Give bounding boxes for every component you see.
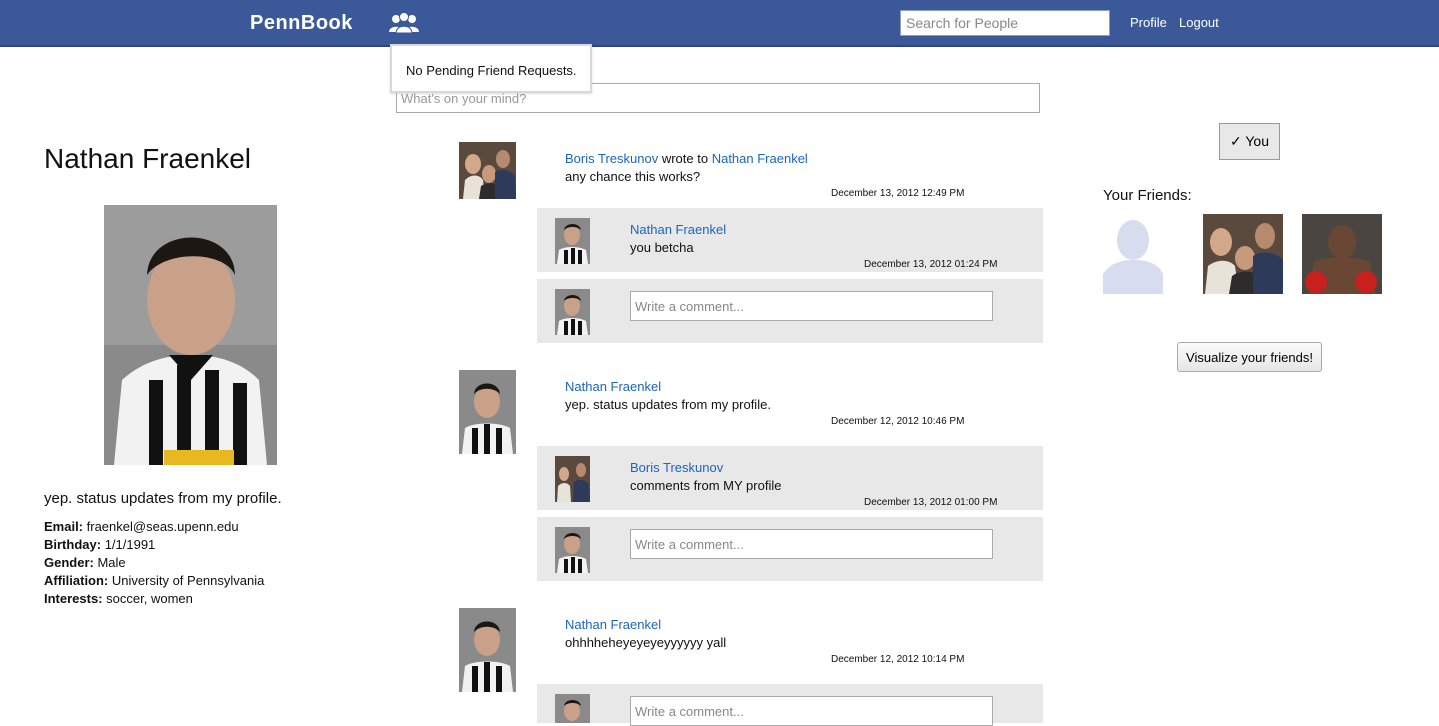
- post-author-link[interactable]: Nathan Fraenkel: [565, 617, 661, 632]
- info-interests: Interests: soccer, women: [44, 591, 193, 606]
- profile-name: Nathan Fraenkel: [44, 143, 252, 174]
- friend-photo-boxer[interactable]: [1302, 214, 1382, 294]
- comment-text: comments from MY profile: [630, 478, 782, 493]
- post-timestamp: December 13, 2012 12:49 PM: [831, 188, 965, 199]
- post-author-link[interactable]: Nathan Fraenkel: [565, 379, 661, 394]
- commenter-avatar: [555, 527, 590, 573]
- logout-link[interactable]: Logout: [1179, 15, 1219, 30]
- comment-text: you betcha: [630, 240, 694, 255]
- comment-input[interactable]: [630, 529, 993, 559]
- post-author-avatar[interactable]: [459, 142, 516, 199]
- comment: Boris Treskunov comments from MY profile…: [537, 446, 1043, 510]
- friends-heading: Your Friends:: [1103, 187, 1192, 204]
- top-navigation-bar: PennBook Profile Logout: [0, 0, 1439, 47]
- post-timestamp: December 12, 2012 10:46 PM: [831, 416, 965, 427]
- comment-author-link[interactable]: Nathan Fraenkel: [630, 222, 726, 237]
- post-author-avatar[interactable]: [459, 370, 516, 454]
- comment-composer: [537, 517, 1043, 581]
- you-filter-button[interactable]: ✓ You: [1219, 123, 1280, 160]
- commenter-avatar: [555, 694, 590, 723]
- comment-timestamp: December 13, 2012 01:24 PM: [864, 259, 998, 270]
- profile-link[interactable]: Profile: [1130, 15, 1167, 30]
- friend-default-avatar[interactable]: [1103, 214, 1183, 294]
- friend-requests-icon[interactable]: [387, 11, 421, 35]
- comment-input[interactable]: [630, 291, 993, 321]
- post-text: yep. status updates from my profile.: [565, 397, 771, 412]
- comment-composer: [537, 279, 1043, 343]
- comment-timestamp: December 13, 2012 01:00 PM: [864, 497, 998, 508]
- friend-photo-group[interactable]: [1203, 214, 1283, 294]
- comment: Nathan Fraenkel you betcha December 13, …: [537, 208, 1043, 272]
- search-input[interactable]: [900, 10, 1110, 36]
- post-target-link[interactable]: Nathan Fraenkel: [712, 151, 808, 166]
- post-text: any chance this works?: [565, 169, 701, 184]
- comment-author-avatar[interactable]: [555, 456, 590, 502]
- profile-status: yep. status updates from my profile.: [44, 490, 282, 507]
- info-email: Email: fraenkel@seas.upenn.edu: [44, 519, 239, 534]
- comment-input[interactable]: [630, 696, 993, 726]
- post-verb: wrote to: [661, 151, 709, 166]
- commenter-avatar: [555, 289, 590, 335]
- visualize-friends-button[interactable]: Visualize your friends!: [1177, 342, 1322, 372]
- comment-composer: [537, 684, 1043, 726]
- info-gender: Gender: Male: [44, 555, 126, 570]
- friend-requests-popup: No Pending Friend Requests.: [390, 44, 592, 93]
- comment-author-avatar[interactable]: [555, 218, 590, 264]
- profile-photo: [104, 205, 277, 465]
- comment-author-link[interactable]: Boris Treskunov: [630, 460, 723, 475]
- post-author-avatar[interactable]: [459, 608, 516, 692]
- profile-info: Email: fraenkel@seas.upenn.edu Birthday:…: [44, 518, 264, 608]
- info-birthday: Birthday: 1/1/1991: [44, 537, 156, 552]
- info-affiliation: Affiliation: University of Pennsylvania: [44, 573, 265, 588]
- post-text: ohhhheheyeyeyeyyyyyy yall: [565, 635, 727, 650]
- post-header: Boris Treskunov wrote to Nathan Fraenkel: [565, 151, 808, 166]
- brand-logo[interactable]: PennBook: [250, 12, 353, 35]
- post-author-link[interactable]: Boris Treskunov: [565, 151, 658, 166]
- friend-requests-message: No Pending Friend Requests.: [406, 63, 577, 78]
- post-timestamp: December 12, 2012 10:14 PM: [831, 654, 965, 665]
